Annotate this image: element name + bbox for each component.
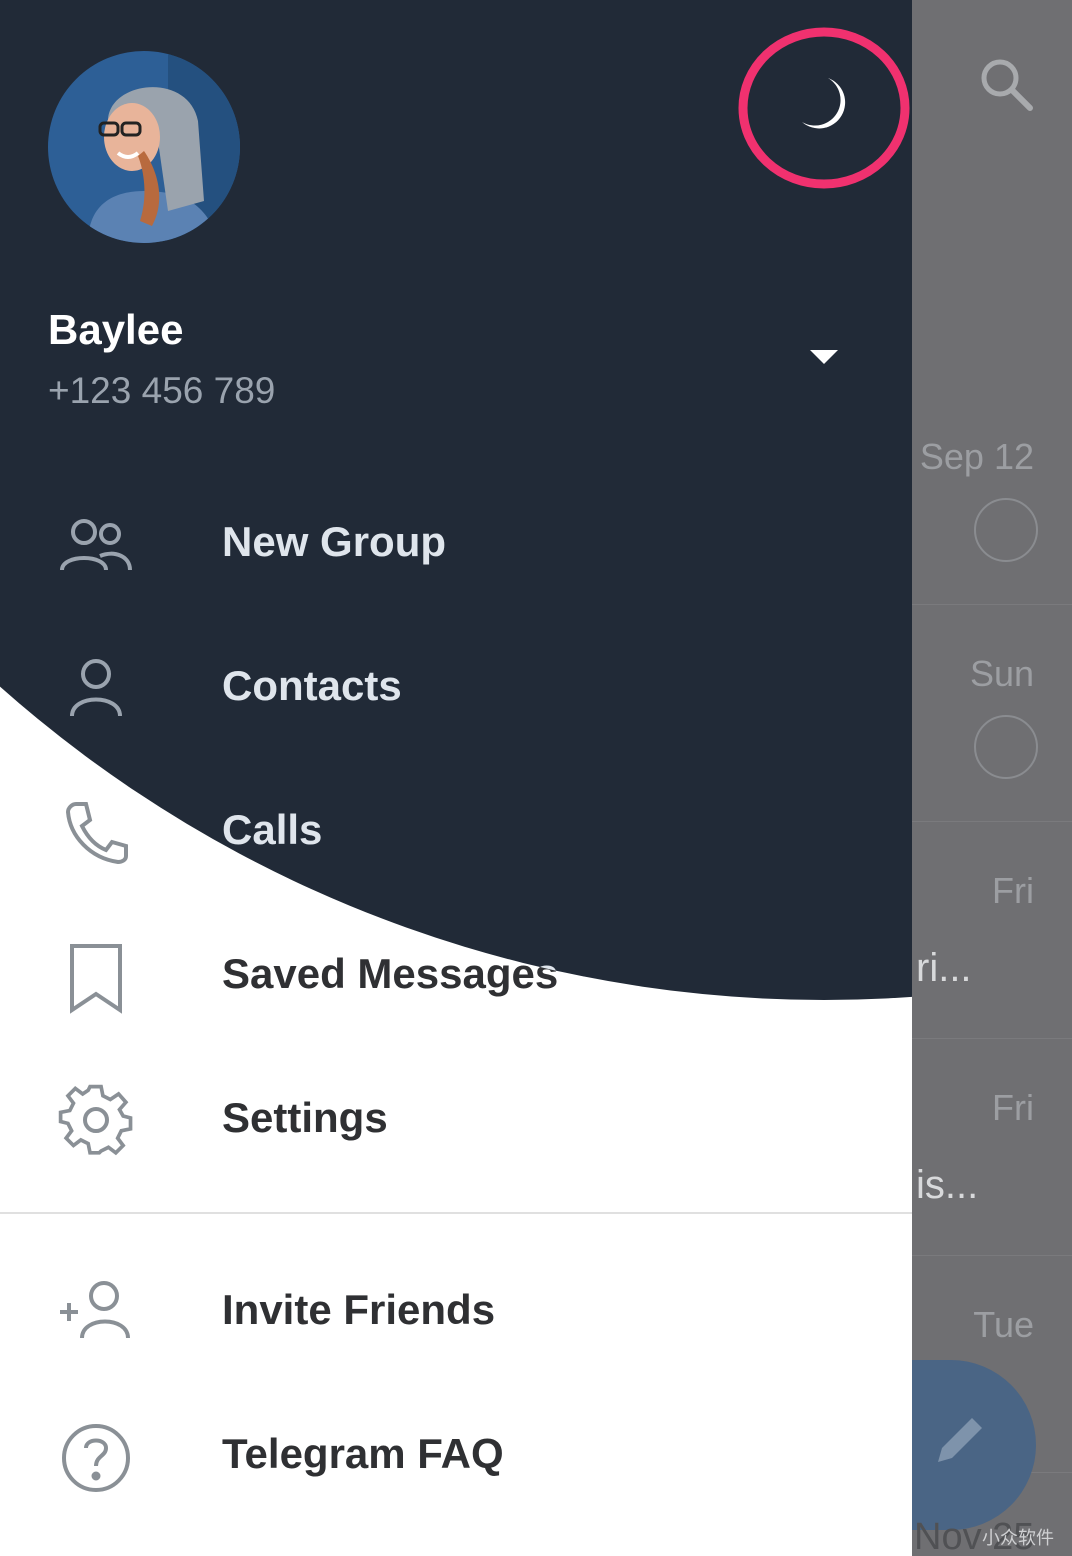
menu-label: Telegram FAQ — [222, 1430, 504, 1477]
search-icon[interactable] — [978, 56, 1034, 112]
person-icon — [70, 659, 122, 717]
highlight-circle — [738, 27, 910, 189]
user-name: Baylee — [48, 306, 184, 353]
drawer-header: Baylee +123 456 789 — [0, 0, 912, 444]
pencil-icon — [938, 1418, 982, 1462]
menu-divider — [0, 1212, 912, 1214]
chat-date: Sun — [969, 653, 1034, 694]
menu-item-telegram-faq[interactable]: Telegram FAQ — [0, 1382, 912, 1526]
menu-item-contacts[interactable]: Contacts — [0, 614, 912, 758]
avatar[interactable] — [48, 51, 240, 243]
chat-row[interactable]: Sep 12 — [912, 388, 1072, 605]
pin-icon — [974, 715, 1038, 779]
navigation-drawer: New Group Contacts Calls Saved Messages — [0, 0, 912, 1556]
menu-label: Settings — [222, 1094, 388, 1141]
watermark: 小众软件 — [982, 1528, 1054, 1548]
chat-row[interactable]: Sun — [912, 605, 1072, 822]
chat-date: Tue — [973, 1304, 1034, 1345]
chat-date: Fri — [992, 870, 1034, 911]
question-icon — [62, 1424, 130, 1492]
add-person-icon — [60, 1281, 130, 1339]
user-phone: +123 456 789 — [48, 370, 276, 411]
menu-label: New Group — [222, 518, 447, 565]
chat-snippet: ri... — [916, 946, 972, 990]
chat-row[interactable]: Fri ri... — [912, 822, 1072, 1039]
pin-icon — [974, 498, 1038, 562]
chevron-down-icon[interactable] — [806, 344, 842, 368]
menu-label: Calls — [222, 806, 323, 853]
menu-label: Invite Friends — [222, 1286, 496, 1333]
group-icon — [60, 519, 132, 571]
chat-row[interactable]: Fri is... — [912, 1039, 1072, 1256]
night-mode-toggle[interactable] — [736, 26, 912, 190]
gear-icon — [58, 1084, 133, 1156]
menu-item-invite-friends[interactable]: Invite Friends — [0, 1238, 912, 1382]
avatar-image — [48, 51, 240, 243]
moon-icon — [802, 78, 846, 129]
menu-item-new-group[interactable]: New Group — [0, 470, 912, 614]
night-mode-button-graphic — [738, 27, 910, 189]
chat-date: Sep 12 — [919, 436, 1034, 477]
chat-date: Fri — [992, 1087, 1034, 1128]
bookmark-icon — [70, 944, 122, 1014]
chat-snippet: is... — [916, 1163, 979, 1207]
menu-item-settings[interactable]: Settings — [0, 1046, 912, 1190]
phone-icon — [65, 802, 128, 865]
chat-list-background: Sep 12 Sun Fri ri... Fri is... Tue Nov 2… — [912, 0, 1072, 1556]
menu-label: Contacts — [222, 662, 402, 709]
